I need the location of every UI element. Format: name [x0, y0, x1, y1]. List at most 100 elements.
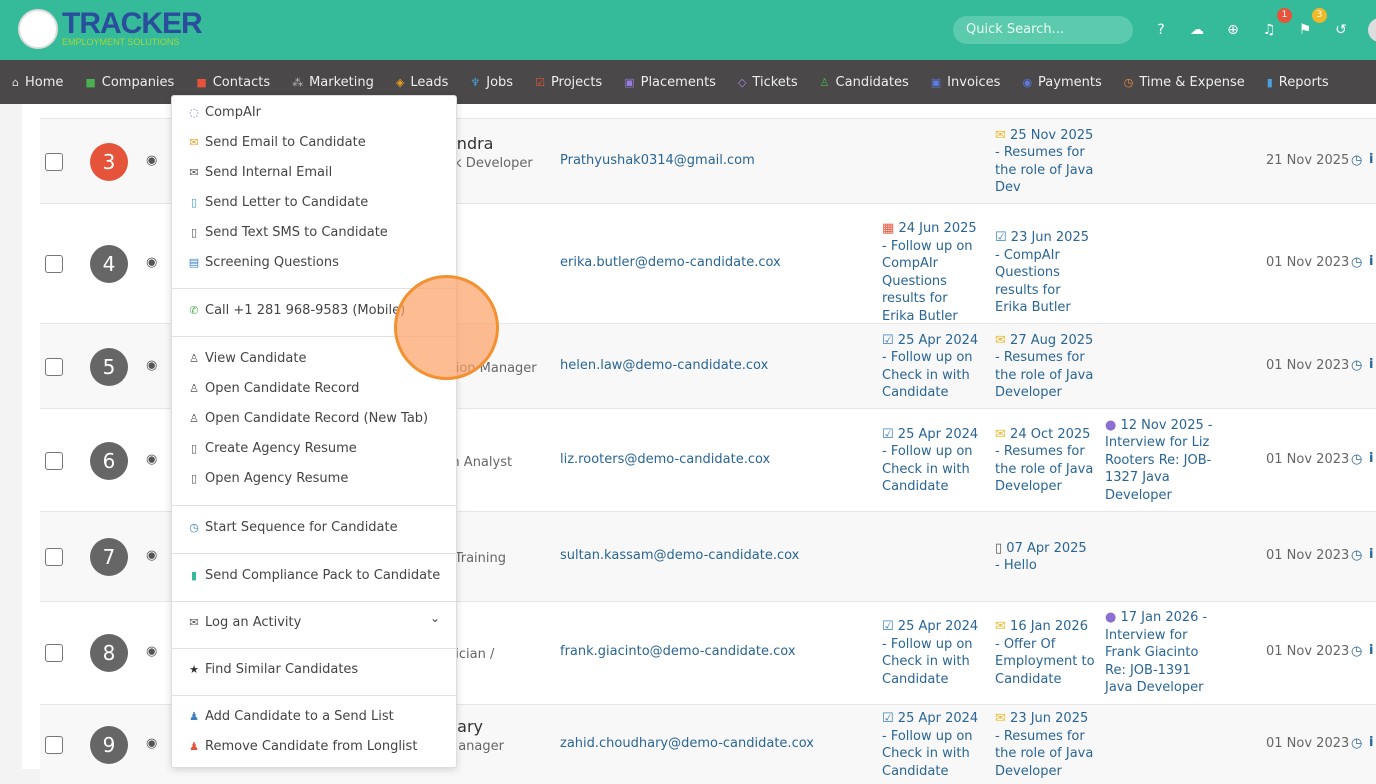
- eye-icon[interactable]: ◉: [146, 358, 157, 373]
- bell-icon[interactable]: ♫: [1260, 22, 1278, 38]
- info-icon[interactable]: i: [1369, 451, 1373, 466]
- candidate-email[interactable]: helen.law@demo-candidate.cox: [560, 358, 768, 373]
- menu-item-send-compliance-pack-to-candidate[interactable]: ▮ Send Compliance Pack to Candidate: [187, 568, 440, 583]
- candidate-email[interactable]: sultan.kassam@demo-candidate.cox: [560, 548, 799, 563]
- menu-item-screening-questions[interactable]: ▤ Screening Questions: [187, 255, 339, 270]
- candidate-email[interactable]: erika.butler@demo-candidate.cox: [560, 255, 781, 270]
- eye-icon[interactable]: ◉: [146, 548, 157, 563]
- info-icon[interactable]: i: [1369, 357, 1373, 372]
- menu-item-call-1-281-968-9583-mobile[interactable]: ✆ Call +1 281 968-9583 (Mobile): [187, 303, 405, 318]
- nav-item-candidates[interactable]: ♙ Candidates: [820, 75, 909, 90]
- clock-icon[interactable]: ◷: [1351, 736, 1362, 751]
- row-checkbox[interactable]: [45, 255, 63, 273]
- info-icon[interactable]: i: [1369, 643, 1373, 658]
- nav-item-leads[interactable]: ◈ Leads: [396, 75, 448, 90]
- row-checkbox[interactable]: [45, 548, 63, 566]
- menu-item-open-candidate-record[interactable]: ♙ Open Candidate Record: [187, 381, 359, 396]
- nav-item-invoices[interactable]: ▣ Invoices: [931, 75, 1001, 90]
- activity-a1[interactable]: ▦ 24 Jun 2025 - Follow up on CompAIr Que…: [882, 220, 982, 325]
- nav-icon: ■: [196, 75, 207, 89]
- candidate-email[interactable]: frank.giacinto@demo-candidate.cox: [560, 644, 796, 659]
- menu-item-create-agency-resume[interactable]: ▯ Create Agency Resume: [187, 441, 357, 456]
- menu-item-remove-candidate-from-longlist[interactable]: ♟ Remove Candidate from Longlist: [187, 739, 417, 754]
- activity-a3[interactable]: ● 17 Jan 2026 - Interview for Frank Giac…: [1105, 609, 1217, 697]
- candidate-email[interactable]: liz.rooters@demo-candidate.cox: [560, 452, 770, 467]
- activity-a2[interactable]: ✉ 23 Jun 2025 - Resumes for the role of …: [995, 710, 1095, 780]
- activity-a2[interactable]: ✉ 27 Aug 2025 - Resumes for the role of …: [995, 332, 1095, 402]
- row-checkbox[interactable]: [45, 644, 63, 662]
- nav-item-placements[interactable]: ▣ Placements: [624, 75, 716, 90]
- help-icon[interactable]: ?: [1152, 22, 1170, 38]
- chevron-down-icon[interactable]: ⌄: [430, 611, 440, 625]
- nav-item-marketing[interactable]: ⁂ Marketing: [292, 75, 374, 90]
- avatar[interactable]: [1368, 18, 1376, 42]
- eye-icon[interactable]: ◉: [146, 644, 157, 659]
- menu-item-send-letter-to-candidate[interactable]: ▯ Send Letter to Candidate: [187, 195, 368, 210]
- activity-a3[interactable]: ● 12 Nov 2025 - Interview for Liz Rooter…: [1105, 417, 1217, 505]
- row-checkbox[interactable]: [45, 357, 63, 376]
- activity-text: 25 Apr 2024 - Follow up on Check in with…: [882, 332, 979, 401]
- info-icon[interactable]: i: [1369, 735, 1373, 750]
- info-icon[interactable]: i: [1369, 547, 1373, 562]
- chat-icon[interactable]: ☁: [1188, 22, 1206, 38]
- menu-item-label: Open Candidate Record (New Tab): [205, 411, 429, 426]
- activity-a1[interactable]: ☑ 25 Apr 2024 - Follow up on Check in wi…: [882, 710, 982, 780]
- activity-icon: ☑: [882, 711, 894, 726]
- menu-divider: [172, 505, 456, 506]
- nav-item-contacts[interactable]: ■ Contacts: [196, 75, 270, 90]
- menu-item-start-sequence-for-candidate[interactable]: ◷ Start Sequence for Candidate: [187, 520, 397, 535]
- nav-item-tickets[interactable]: ◇ Tickets: [738, 75, 798, 90]
- row-checkbox[interactable]: [45, 451, 63, 470]
- menu-item-send-text-sms-to-candidate[interactable]: ▯ Send Text SMS to Candidate: [187, 225, 388, 240]
- nav-item-home[interactable]: ⌂ Home: [12, 75, 63, 90]
- quick-search-input[interactable]: Quick Search...: [953, 16, 1133, 44]
- flag-icon[interactable]: ⚑: [1296, 22, 1314, 38]
- activity-a1[interactable]: ☑ 25 Apr 2024 - Follow up on Check in wi…: [882, 618, 982, 688]
- eye-icon[interactable]: ◉: [146, 736, 157, 751]
- activity-a2[interactable]: ✉ 25 Nov 2025 - Resumes for the role of …: [995, 127, 1095, 197]
- menu-item-open-candidate-record-new-tab[interactable]: ♙ Open Candidate Record (New Tab): [187, 411, 428, 426]
- clock-icon[interactable]: ◷: [1351, 153, 1362, 168]
- row-checkbox[interactable]: [45, 152, 63, 171]
- clock-icon[interactable]: ◷: [1351, 255, 1362, 270]
- candidate-email[interactable]: zahid.choudhary@demo-candidate.cox: [560, 736, 814, 751]
- activity-a2[interactable]: ✉ 16 Jan 2026 - Offer Of Employment to C…: [995, 618, 1095, 688]
- nav-item-jobs[interactable]: ♆ Jobs: [470, 75, 513, 90]
- activity-a2[interactable]: ☑ 23 Jun 2025 - CompAIr Questions result…: [995, 229, 1095, 317]
- menu-item-open-agency-resume[interactable]: ▯ Open Agency Resume: [187, 471, 348, 486]
- row-checkbox[interactable]: [45, 736, 63, 754]
- nav-item-time-expense[interactable]: ◷ Time & Expense: [1124, 75, 1245, 90]
- activity-text: 25 Apr 2024 - Follow up on Check in with…: [882, 619, 979, 687]
- activity-a1[interactable]: ☑ 25 Apr 2024 - Follow up on Check in wi…: [882, 332, 982, 402]
- nav-label: Candidates: [835, 74, 909, 90]
- menu-item-log-an-activity[interactable]: ✉ Log an Activity ⌄: [187, 611, 440, 630]
- activity-a1[interactable]: ☑ 25 Apr 2024 - Follow up on Check in wi…: [882, 426, 982, 496]
- activity-a2[interactable]: ▯ 07 Apr 2025 - Hello: [995, 540, 1095, 575]
- nav-item-reports[interactable]: ▮ Reports: [1267, 75, 1329, 90]
- eye-icon[interactable]: ◉: [146, 255, 157, 270]
- menu-item-send-email-to-candidate[interactable]: ✉ Send Email to Candidate: [187, 135, 365, 150]
- menu-item-send-internal-email[interactable]: ✉ Send Internal Email: [187, 165, 332, 180]
- nav-item-companies[interactable]: ■ Companies: [85, 75, 174, 90]
- add-icon[interactable]: ⊕: [1224, 22, 1242, 38]
- nav-item-payments[interactable]: ◉ Payments: [1022, 75, 1101, 90]
- activity-text: 24 Oct 2025 - Resumes for the role of Ja…: [995, 426, 1094, 495]
- history-icon[interactable]: ↺: [1332, 22, 1350, 38]
- clock-icon[interactable]: ◷: [1351, 452, 1362, 467]
- eye-icon[interactable]: ◉: [146, 452, 157, 467]
- clock-icon[interactable]: ◷: [1351, 644, 1362, 659]
- menu-item-view-candidate[interactable]: ♙ View Candidate: [187, 351, 306, 366]
- eye-icon[interactable]: ◉: [146, 153, 157, 168]
- menu-item-add-candidate-to-a-send-list[interactable]: ♟ Add Candidate to a Send List: [187, 709, 394, 724]
- info-icon[interactable]: i: [1369, 152, 1373, 167]
- menu-item-find-similar-candidates[interactable]: ★ Find Similar Candidates: [187, 662, 358, 677]
- clock-icon[interactable]: ◷: [1351, 548, 1362, 563]
- menu-item-icon: ✉: [189, 616, 199, 629]
- nav-item-projects[interactable]: ☑ Projects: [535, 75, 602, 90]
- logo[interactable]: TRACKER EMPLOYMENT SOLUTIONS: [18, 9, 203, 49]
- info-icon[interactable]: i: [1369, 254, 1373, 269]
- activity-a2[interactable]: ✉ 24 Oct 2025 - Resumes for the role of …: [995, 426, 1095, 496]
- candidate-email[interactable]: Prathyushak0314@gmail.com: [560, 153, 755, 168]
- clock-icon[interactable]: ◷: [1351, 358, 1362, 373]
- menu-item-compair[interactable]: ◌ CompAIr: [187, 105, 261, 120]
